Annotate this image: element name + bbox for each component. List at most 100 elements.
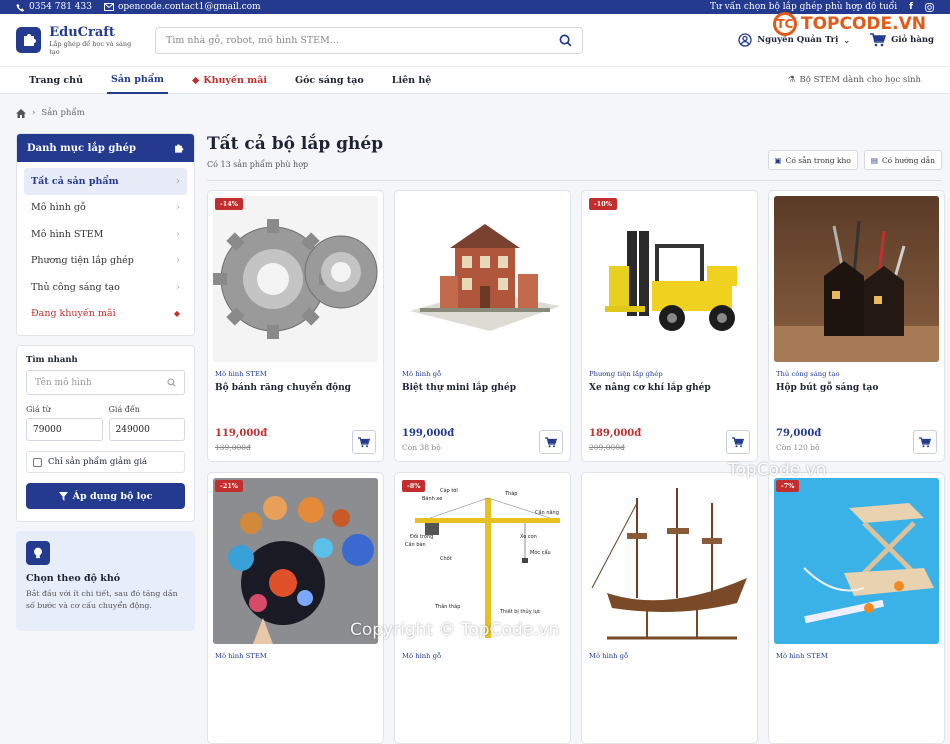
product-card[interactable]: -10% Phương tiện lắp ghép Xe nâng cơ khí… [581, 190, 758, 462]
svg-text:Đối trọng: Đối trọng [410, 533, 433, 540]
phone-icon [16, 3, 25, 12]
model-name-input[interactable]: Tên mô hình [26, 370, 185, 395]
book-icon: ▤ [870, 155, 878, 165]
category-stem[interactable]: Mô hình STEM › [24, 221, 187, 248]
difficulty-desc: Bắt đầu với ít chi tiết, sau đó tăng dần… [26, 589, 178, 610]
category-vehicles[interactable]: Phương tiện lắp ghép › [24, 248, 187, 275]
box-icon: ▣ [774, 155, 782, 165]
in-stock-badge[interactable]: ▣ Có sẵn trong kho [767, 150, 858, 170]
filter-icon [58, 491, 68, 501]
price-to-input[interactable]: 249000 [108, 418, 185, 441]
category-all[interactable]: Tất cả sản phẩm › [24, 168, 187, 195]
cart-icon [919, 436, 931, 447]
add-to-cart-button[interactable] [352, 430, 376, 454]
category-promo[interactable]: Đang khuyến mãi ◆ [24, 301, 187, 328]
product-price: 199,000đ [402, 428, 455, 439]
product-card[interactable]: Mô hình gỗ Biệt thự mini lắp ghép 199,00… [394, 190, 571, 462]
phone-contact[interactable]: 0354 781 433 [16, 2, 92, 12]
email-contact[interactable]: opencode.contact1@gmail.com [103, 2, 261, 12]
product-card[interactable]: -21% Mô hình STEM [207, 472, 384, 744]
product-price: 189,000đ [589, 428, 642, 439]
price-from-input[interactable]: 79000 [26, 418, 103, 441]
quick-title: Tìm nhanh [26, 355, 78, 365]
search-icon [167, 378, 176, 387]
add-to-cart-button[interactable] [913, 430, 937, 454]
nav-contact[interactable]: Liên hệ [388, 66, 436, 94]
facebook-icon[interactable]: f [909, 2, 913, 12]
add-to-cart-button[interactable] [726, 430, 750, 454]
svg-text:Chốt: Chốt [440, 555, 452, 562]
brand-tagline: Lắp ghép để học và sáng tạo [49, 39, 132, 56]
original-price: 139,000đ [215, 443, 251, 452]
product-image[interactable]: -10% [587, 196, 752, 362]
apply-filter-button[interactable]: Áp dụng bộ lọc [26, 483, 185, 509]
age-advice[interactable]: Tư vấn chọn bộ lắp ghép phù hợp độ tuổi [710, 2, 897, 12]
product-category: Mô hình gỗ [402, 652, 442, 660]
stock-count: Còn 120 bộ [776, 443, 820, 452]
product-name[interactable]: Xe nâng cơ khí lắp ghép [589, 383, 757, 393]
product-name[interactable]: Hộp bút gỗ sáng tạo [776, 383, 944, 393]
product-price: 119,000đ [215, 428, 268, 439]
stock-count: Còn 38 bộ [402, 443, 441, 452]
breadcrumb-separator: › [32, 108, 36, 118]
product-category: Mô hình gỗ [589, 652, 629, 660]
product-card[interactable]: Mô hình gỗ [581, 472, 758, 744]
product-image[interactable] [774, 196, 939, 362]
product-grid: -14% Mô hình STEM Bộ bánh răng chuyển độ… [207, 190, 945, 744]
lightbulb-icon [26, 541, 50, 565]
mail-icon [103, 3, 114, 11]
product-card[interactable]: -14% Mô hình STEM Bộ bánh răng chuyển độ… [207, 190, 384, 462]
guide-badge[interactable]: ▤ Có hướng dẫn [863, 150, 942, 170]
discount-only-checkbox[interactable]: Chỉ sản phẩm giảm giá [26, 451, 185, 473]
product-image[interactable] [400, 196, 565, 362]
difficulty-card: Chọn theo độ khó Bắt đầu với ít chi tiết… [16, 531, 195, 631]
nav-home[interactable]: Trang chủ [25, 66, 87, 94]
category-title: Danh mục lắp ghép [27, 142, 136, 154]
cart-label: Giỏ hàng [891, 35, 934, 45]
product-image[interactable]: -14% [213, 196, 378, 362]
category-crafts[interactable]: Thủ công sáng tạo › [24, 274, 187, 301]
category-wood[interactable]: Mô hình gỗ › [24, 195, 187, 222]
svg-text:Tháp: Tháp [504, 490, 517, 497]
product-category: Mô hình STEM [215, 370, 267, 378]
nav-stem-link[interactable]: ⚗ Bộ STEM dành cho học sinh [784, 66, 925, 94]
product-name[interactable]: Biệt thự mini lắp ghép [402, 383, 570, 393]
search-input[interactable]: Tìm nhà gỗ, robot, mô hình STEM... [155, 26, 583, 54]
category-panel: Danh mục lắp ghép Tất cả sản phẩm › Mô hì… [16, 133, 195, 336]
product-price: 79,000đ [776, 428, 822, 439]
discount-badge: -8% [402, 480, 426, 492]
product-category: Mô hình STEM [215, 652, 267, 660]
difficulty-title: Chọn theo độ khó [26, 573, 121, 584]
puzzle-icon [16, 27, 42, 53]
svg-text:Móc cẩu: Móc cẩu [530, 549, 551, 556]
home-icon[interactable] [16, 108, 26, 118]
brand-logo[interactable]: EduCraft Lắp ghép để học và sáng tạo [16, 25, 141, 56]
product-card[interactable]: -7% Mô hình STEM [768, 472, 945, 744]
divider [207, 180, 942, 181]
nav-products[interactable]: Sản phẩm [107, 66, 168, 94]
page-title: Tất cả bộ lắp ghép [207, 134, 384, 154]
search-placeholder: Tìm nhà gỗ, robot, mô hình STEM... [166, 34, 339, 46]
checkbox-box[interactable] [33, 457, 42, 467]
flask-icon: ⚗ [787, 75, 796, 85]
price-to-label: Giá đến [108, 405, 140, 414]
cart-icon [358, 436, 370, 447]
nav-creative[interactable]: Góc sáng tạo [291, 66, 368, 94]
chevron-right-icon: › [176, 255, 180, 267]
product-card[interactable]: -8% Cáp tời Bánh xe Tháp Cần bàn Cần nân… [394, 472, 571, 744]
nav-promotions[interactable]: ◆ Khuyến mãi [188, 66, 271, 94]
product-image[interactable]: -7% [774, 478, 939, 644]
svg-text:Cần bàn: Cần bàn [405, 540, 426, 548]
original-price: 209,000đ [589, 443, 625, 452]
discount-badge: -7% [776, 480, 800, 492]
watermark-copyright: Copyright © TopCode.vn [350, 620, 560, 640]
svg-text:Thân tháp: Thân tháp [434, 603, 460, 610]
add-to-cart-button[interactable] [539, 430, 563, 454]
breadcrumb-current: Sản phẩm [41, 108, 85, 118]
product-image[interactable] [587, 478, 752, 644]
product-name[interactable]: Bộ bánh răng chuyển động [215, 383, 383, 393]
search-icon[interactable] [559, 34, 572, 47]
user-icon [738, 33, 752, 47]
product-card[interactable]: Thủ công sáng tạo Hộp bút gỗ sáng tạo 79… [768, 190, 945, 462]
instagram-icon[interactable] [925, 2, 934, 12]
